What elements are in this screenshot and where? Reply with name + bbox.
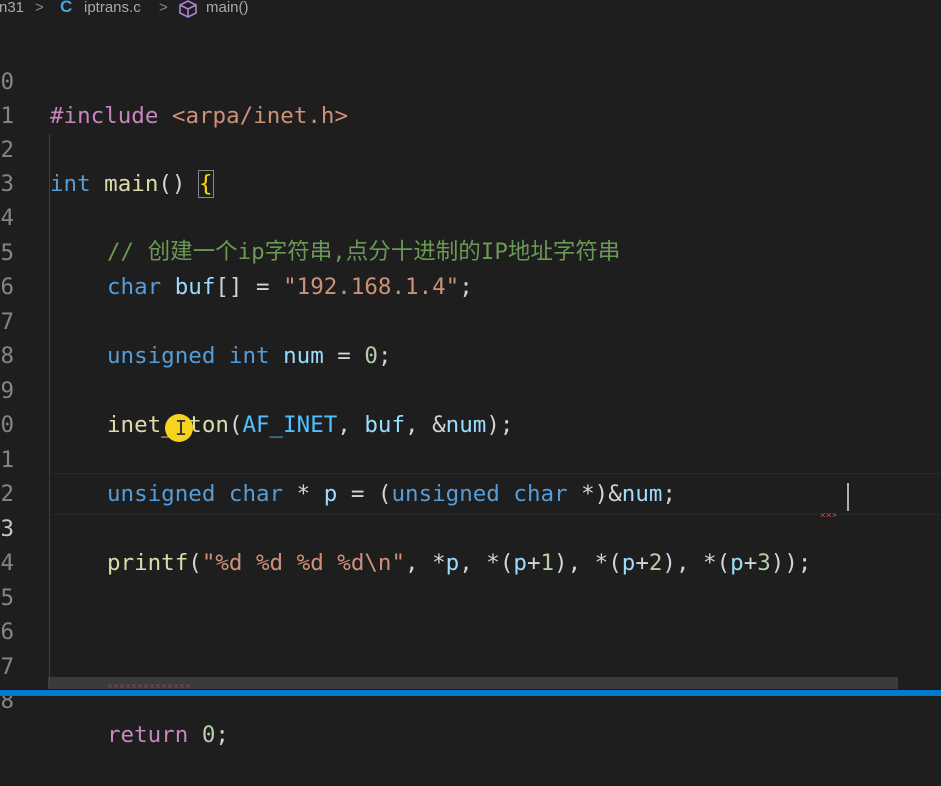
code-line[interactable]: 10 #include <arpa/inet.h> (0, 31, 941, 129)
code-editor[interactable]: 10 #include <arpa/inet.h> 11 12 int main… (0, 22, 941, 748)
breadcrumb-separator: > (159, 0, 168, 16)
code-line[interactable]: 24 (0, 512, 941, 576)
punctuation: ; (215, 722, 229, 748)
code-line[interactable]: 18 (0, 305, 941, 369)
code-line[interactable]: 19 inet_pton(AF_INET, buf, &num); (0, 340, 941, 438)
method-cube-icon (178, 0, 198, 20)
breadcrumb-separator: > (35, 0, 44, 16)
number-literal: 0 (201, 722, 216, 748)
breadcrumb-folder[interactable]: n31 (0, 0, 24, 16)
code-line[interactable]: 15 char buf[] = "192.168.1.4"; (0, 202, 941, 300)
code-line[interactable]: 26 (0, 581, 941, 645)
code-line[interactable]: 27 (0, 616, 941, 680)
return-keyword: return (107, 722, 189, 748)
breadcrumb-file[interactable]: iptrans.c (84, 0, 141, 16)
code-line[interactable]: 25 (0, 547, 941, 611)
code-line[interactable]: 22 (0, 443, 941, 507)
code-line[interactable]: 13 (0, 133, 941, 197)
code-line[interactable]: 11 (0, 65, 941, 129)
horizontal-scrollbar[interactable] (48, 677, 898, 689)
code-line[interactable]: 21 unsigned char * p = (unsigned char *)… (0, 409, 941, 507)
breadcrumb-symbol[interactable]: main() (206, 0, 249, 16)
code-line[interactable]: 12 int main() { (0, 99, 941, 198)
text-cursor (847, 483, 849, 511)
code-line[interactable]: 14 // 创建一个ip字符串,点分十进制的IP地址字符串 (0, 167, 941, 265)
code-line-active[interactable]: 23 printf("%d %d %d %d\n", *p, *(p+1), *… (0, 478, 941, 576)
c-file-icon: C (60, 0, 73, 16)
code-line[interactable]: 17 unsigned int num = 0; (0, 271, 941, 369)
ibeam-cursor-icon: I (175, 416, 188, 440)
breadcrumb: n31 > C iptrans.c > main() (0, 0, 941, 20)
code-line[interactable]: 20 (0, 374, 941, 438)
status-bar (0, 690, 941, 696)
punctuation (188, 722, 202, 748)
code-line[interactable]: 16 (0, 236, 941, 300)
